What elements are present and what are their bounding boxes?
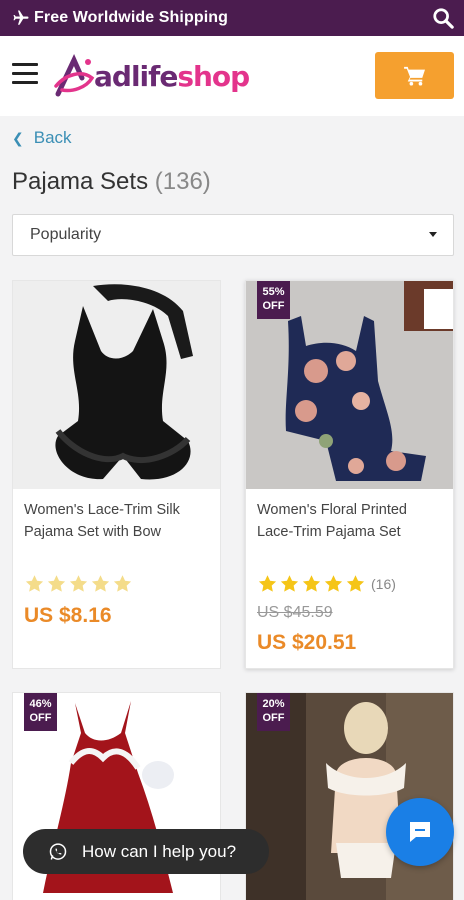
chat-prompt-button[interactable]: How can I help you? <box>23 829 269 874</box>
chat-prompt-text: How can I help you? <box>82 841 237 861</box>
discount-badge: 46% OFF <box>24 693 57 731</box>
back-link[interactable]: ❮ Back <box>12 128 72 148</box>
site-logo[interactable]: adlifeshop <box>52 50 250 102</box>
chevron-left-icon: ❮ <box>12 129 24 146</box>
cart-button[interactable] <box>375 52 454 99</box>
product-count: (136) <box>154 168 211 195</box>
star-icon <box>69 575 88 592</box>
shipping-text: Free Worldwide Shipping <box>34 9 229 26</box>
star-icon <box>302 575 321 592</box>
product-name[interactable]: Women's Lace-Trim Silk Pajama Set with B… <box>24 499 209 543</box>
star-icon <box>280 575 299 592</box>
product-name[interactable]: Women's Floral Printed Lace-Trim Pajama … <box>257 499 442 543</box>
star-icon <box>113 575 132 592</box>
plane-icon <box>13 10 29 25</box>
rating-stars <box>24 574 134 594</box>
product-image[interactable] <box>13 281 220 489</box>
chat-bubble-icon <box>410 822 430 842</box>
product-price: US $20.51 <box>257 631 357 654</box>
page-title: Pajama Sets (136) <box>12 168 211 196</box>
product-card[interactable]: 55% OFF Women's Floral Printed Lace-Trim … <box>245 280 454 669</box>
back-label: Back <box>33 128 72 147</box>
star-icon <box>258 575 277 592</box>
cart-icon <box>403 66 425 86</box>
review-count: (16) <box>371 576 396 592</box>
caret-down-icon <box>429 232 437 237</box>
discount-badge: 55% OFF <box>257 281 290 319</box>
product-card[interactable]: Women's Lace-Trim Silk Pajama Set with B… <box>12 280 221 669</box>
sort-select[interactable]: Popularity <box>12 214 454 256</box>
product-card[interactable]: 20% OFF <box>245 692 454 900</box>
product-price: US $8.16 <box>24 604 112 627</box>
rating-stars: (16) <box>257 574 396 594</box>
shipping-banner: Free Worldwide Shipping <box>0 0 464 36</box>
star-icon <box>346 575 365 592</box>
whatsapp-icon <box>49 842 67 860</box>
category-title: Pajama Sets <box>12 168 149 195</box>
search-icon[interactable] <box>432 7 454 29</box>
logo-mark-icon <box>54 53 95 97</box>
discount-badge: 20% OFF <box>257 693 290 731</box>
sort-selected-value: Popularity <box>30 226 102 243</box>
product-image[interactable]: 20% OFF <box>246 693 453 900</box>
logo-text: adlifeshop <box>94 59 250 93</box>
chat-launcher-button[interactable] <box>386 798 454 866</box>
star-icon <box>91 575 110 592</box>
hamburger-icon[interactable] <box>12 63 38 85</box>
star-icon <box>25 575 44 592</box>
site-header: adlifeshop <box>0 36 464 116</box>
star-icon <box>47 575 66 592</box>
original-price: US $45.59 <box>257 604 333 621</box>
star-icon <box>324 575 343 592</box>
product-image[interactable]: 55% OFF <box>246 281 453 489</box>
